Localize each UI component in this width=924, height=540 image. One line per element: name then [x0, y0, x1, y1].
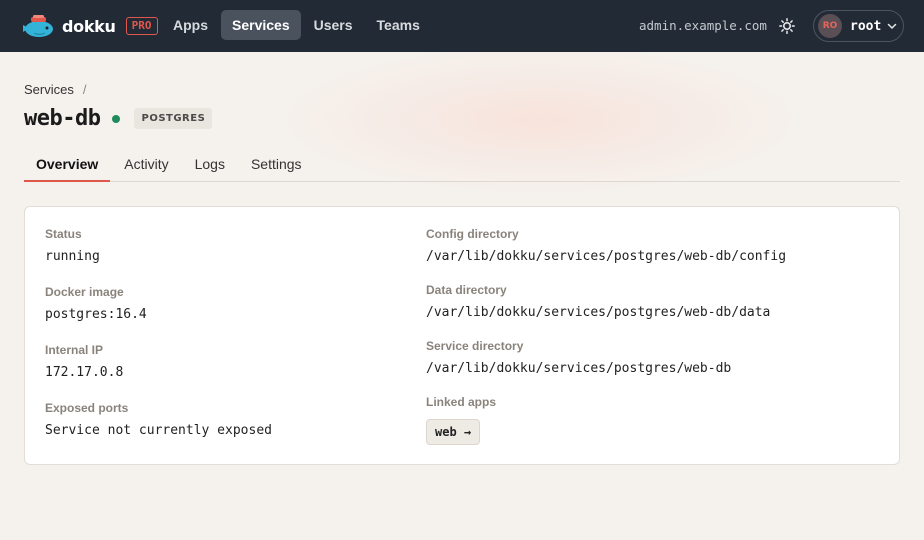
- brand-name: dokku: [62, 16, 116, 36]
- field-label: Internal IP: [45, 343, 104, 357]
- hostname: admin.example.com: [639, 18, 767, 33]
- breadcrumb-separator: /: [82, 82, 87, 97]
- nav-apps[interactable]: Apps: [162, 10, 219, 40]
- field-label: Config directory: [426, 227, 519, 241]
- brand[interactable]: dokku PRO: [20, 13, 158, 39]
- top-nav: dokku PRO Apps Services Users Teams admi…: [0, 0, 924, 52]
- field-value: 172.17.0.8: [45, 365, 124, 380]
- field-label: Data directory: [426, 283, 507, 297]
- field-value: /var/lib/dokku/services/postgres/web-db/…: [426, 249, 787, 264]
- nav-users[interactable]: Users: [303, 10, 364, 40]
- field-label: Status: [45, 227, 82, 241]
- field-label: Exposed ports: [45, 401, 129, 415]
- field-status: Status running: [45, 227, 100, 264]
- linked-app-web-link[interactable]: web →: [426, 419, 481, 445]
- chevron-down-icon: [888, 23, 897, 30]
- tab-activity[interactable]: Activity: [112, 150, 180, 182]
- field-config-directory: Config directory /var/lib/dokku/services…: [426, 227, 786, 264]
- user-menu-button[interactable]: RO root: [813, 10, 904, 42]
- breadcrumb: Services /: [24, 82, 86, 97]
- field-service-directory: Service directory /var/lib/dokku/service…: [426, 339, 731, 376]
- user-name: root: [850, 18, 882, 34]
- field-docker-image: Docker image postgres:16.4: [45, 285, 147, 322]
- nav-teams[interactable]: Teams: [366, 10, 431, 40]
- field-label: Service directory: [426, 339, 524, 353]
- tab-settings[interactable]: Settings: [239, 150, 314, 182]
- page-title: web-db: [24, 106, 101, 131]
- field-internal-ip: Internal IP 172.17.0.8: [45, 343, 123, 380]
- avatar: RO: [818, 14, 842, 38]
- field-exposed-ports: Exposed ports Service not currently expo…: [45, 401, 272, 438]
- tab-overview[interactable]: Overview: [24, 150, 111, 182]
- status-indicator: [112, 114, 121, 123]
- field-value: /var/lib/dokku/services/postgres/web-db: [426, 361, 732, 376]
- title-row: web-db POSTGRES: [24, 106, 213, 131]
- main-nav: Apps Services Users Teams: [162, 10, 433, 40]
- dokku-whale-logo: [23, 15, 53, 37]
- field-linked-apps: Linked apps web →: [426, 395, 496, 445]
- service-details-card: Status running Docker image postgres:16.…: [24, 206, 900, 465]
- field-label: Linked apps: [426, 395, 497, 409]
- field-data-directory: Data directory /var/lib/dokku/services/p…: [426, 283, 770, 320]
- tab-logs[interactable]: Logs: [183, 150, 237, 182]
- nav-services[interactable]: Services: [221, 10, 301, 40]
- field-value: Service not currently exposed: [45, 423, 272, 438]
- tab-bar: Overview Activity Logs Settings: [24, 150, 900, 182]
- field-value: postgres:16.4: [45, 307, 147, 322]
- field-value: /var/lib/dokku/services/postgres/web-db/…: [426, 305, 771, 320]
- service-type-badge: POSTGRES: [134, 108, 213, 129]
- field-value: running: [45, 249, 100, 264]
- pro-badge: PRO: [125, 17, 158, 35]
- sun-icon[interactable]: [779, 18, 795, 34]
- field-label: Docker image: [45, 285, 124, 299]
- breadcrumb-services[interactable]: Services: [24, 82, 74, 97]
